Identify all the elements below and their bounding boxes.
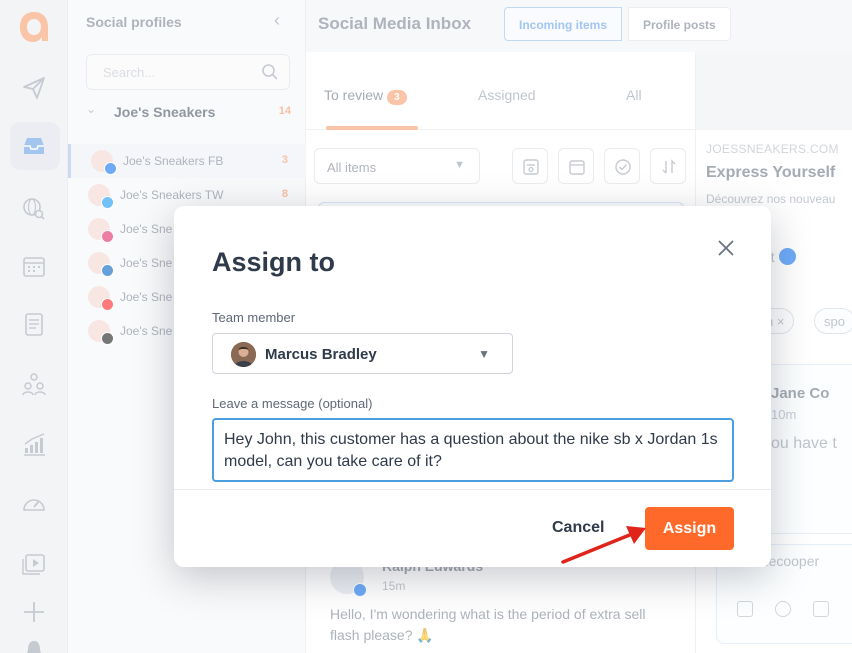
modal-divider [174, 489, 771, 490]
message-textarea[interactable]: Hey John, this customer has a question a… [212, 418, 734, 482]
team-member-select[interactable]: Marcus Bradley ▼ [212, 333, 513, 374]
assign-modal: Assign to Team member Marcus Bradley ▼ L… [174, 206, 771, 567]
message-label: Leave a message (optional) [212, 396, 373, 411]
close-icon[interactable] [715, 237, 737, 259]
modal-title: Assign to [212, 247, 336, 277]
assign-button[interactable]: Assign [645, 507, 734, 550]
team-member-label: Team member [212, 310, 296, 325]
cancel-button[interactable]: Cancel [552, 519, 604, 537]
team-member-value: Marcus Bradley [265, 346, 377, 363]
chevron-down-icon: ▼ [478, 347, 490, 361]
avatar [231, 342, 256, 367]
